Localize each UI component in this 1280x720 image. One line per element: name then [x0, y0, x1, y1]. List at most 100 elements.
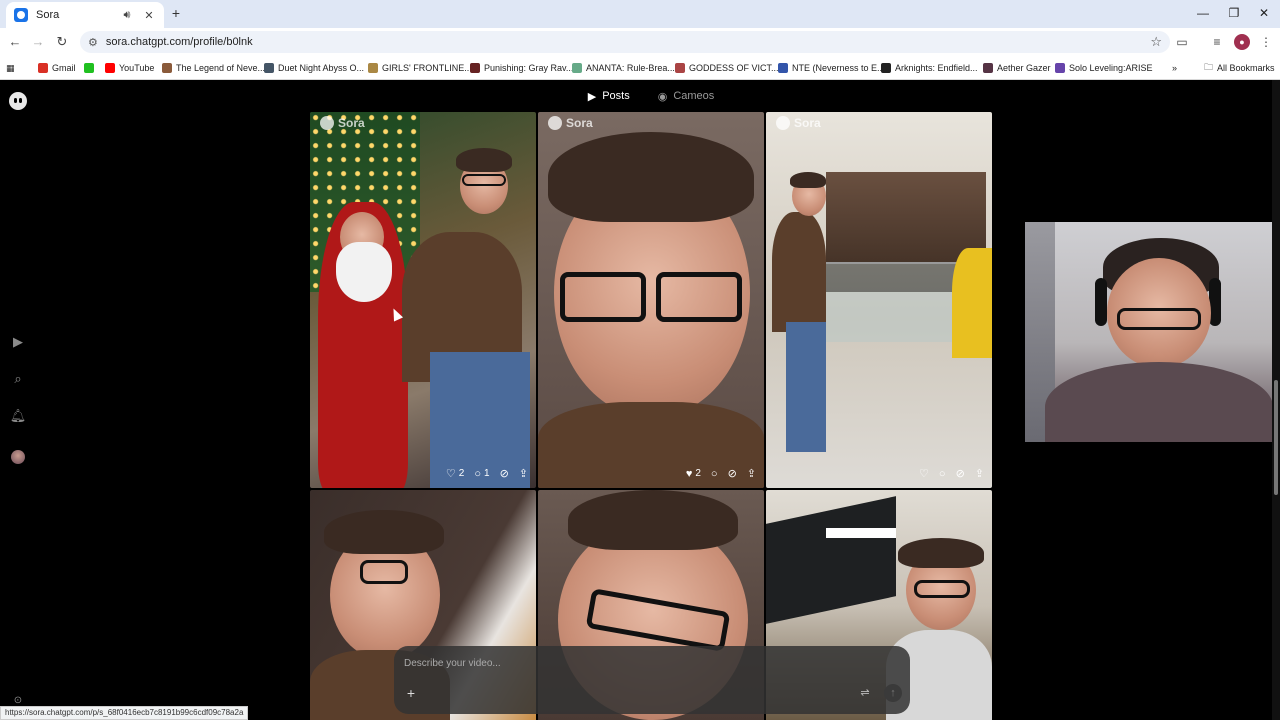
person-hair: [548, 132, 754, 222]
game-icon: [881, 63, 891, 73]
sora-logo-icon[interactable]: [9, 92, 27, 110]
comment-button[interactable]: ○: [711, 468, 718, 480]
address-url: sora.chatgpt.com/profile/b0lnk: [105, 36, 253, 48]
like-button[interactable]: ♥ 2: [686, 468, 701, 480]
share-icon: ⇪: [974, 468, 984, 480]
share-button[interactable]: ⇪: [519, 467, 528, 480]
site-settings-icon[interactable]: ⚙︎: [88, 36, 98, 49]
like-button[interactable]: ♡ 2: [446, 467, 464, 480]
all-bookmarks-folder[interactable]: 🗀︎ All Bookmarks: [1204, 60, 1275, 76]
reload-icon[interactable]: ↻: [54, 34, 70, 50]
profile-avatar-icon[interactable]: ●: [1234, 34, 1250, 50]
bookmark-aether-gazer[interactable]: Aether Gazer: [983, 60, 1051, 76]
media-controls-icon[interactable]: ≡: [1209, 34, 1225, 50]
bookmark-label: GIRLS' FRONTLINE...: [382, 63, 472, 73]
like-button[interactable]: ♡: [919, 467, 929, 480]
folder-icon: 🗀︎: [1204, 62, 1214, 72]
cast-icon[interactable]: ▭: [1174, 34, 1190, 50]
bookmark-legend-of-neverland[interactable]: The Legend of Neve...: [162, 60, 265, 76]
minimize-icon[interactable]: —: [1196, 6, 1210, 20]
post-stats: ♡ 2 ○ 1 ⊘ ⇪: [446, 467, 528, 481]
like-count: 2: [458, 468, 465, 479]
close-window-icon[interactable]: ✕: [1257, 6, 1271, 20]
post-card[interactable]: Sora ♡ ○ ⊘ ⇪: [766, 112, 992, 488]
profile-tabs: ▶︎ Posts ◉ Cameos: [310, 80, 992, 112]
sora-watermark-icon: [548, 116, 562, 130]
comment-icon: ○: [938, 467, 946, 480]
apps-grid-icon[interactable]: ▦: [6, 60, 15, 76]
more-bookmarks-icon[interactable]: »: [1172, 60, 1177, 76]
bookmark-arknights-endfield[interactable]: Arknights: Endfield...: [881, 60, 978, 76]
share-button[interactable]: ⇪: [747, 467, 756, 480]
bookmark-solo-leveling[interactable]: Solo Leveling:ARISE: [1055, 60, 1153, 76]
webcam-overlay: [1025, 222, 1273, 442]
heart-filled-icon: ♥: [685, 467, 693, 480]
profile-avatar[interactable]: [11, 450, 25, 464]
comment-icon: ○: [710, 467, 718, 480]
bookmark-star-icon[interactable]: ☆: [1150, 34, 1162, 50]
comment-button[interactable]: ○: [939, 468, 946, 480]
person-hair: [790, 172, 826, 188]
person-glasses-left: [560, 272, 646, 322]
left-nav: ▶︎ ⌕ 🔔︎ ⊙: [0, 80, 36, 720]
menu-kebab-icon[interactable]: ⋮: [1258, 34, 1274, 50]
prompt-input[interactable]: Describe your video...: [404, 658, 501, 669]
game-icon: [368, 63, 378, 73]
game-icon: [1055, 63, 1065, 73]
post-stats: ♡ ○ ⊘ ⇪: [919, 467, 984, 481]
close-tab-icon[interactable]: ✕: [142, 9, 156, 22]
comment-button[interactable]: ○ 1: [474, 468, 489, 480]
bell-icon[interactable]: 🔔︎: [9, 407, 27, 425]
restore-icon[interactable]: ❐: [1227, 6, 1241, 20]
ceiling-light: [826, 528, 896, 538]
bookmark-youtube[interactable]: YouTube: [105, 60, 154, 76]
bookmark-label: Aether Gazer: [997, 63, 1051, 73]
back-icon[interactable]: ←: [7, 34, 23, 50]
streamer-glasses: [1117, 308, 1201, 330]
bookmark-punishing-gray-raven[interactable]: Punishing: Gray Rav...: [470, 60, 573, 76]
bookmark-gmail[interactable]: Gmail: [38, 60, 76, 76]
bookmark-girls-frontline[interactable]: GIRLS' FRONTLINE...: [368, 60, 472, 76]
person-hair: [324, 510, 444, 554]
tab-label: Cameos: [673, 90, 715, 102]
share-button[interactable]: ⇪: [975, 467, 984, 480]
post-card[interactable]: Sora ♡ 2 ○ 1 ⊘ ⇪: [310, 112, 536, 488]
add-attachment-icon[interactable]: +: [404, 686, 418, 700]
search-icon[interactable]: ⌕: [9, 370, 27, 388]
browser-tab[interactable]: Sora 🔊︎ ✕: [6, 2, 164, 28]
post-card[interactable]: Sora ♥ 2 ○ ⊘ ⇪: [538, 112, 764, 488]
settings-sliders-icon[interactable]: ⇌: [858, 686, 872, 700]
speaker-icon[interactable]: 🔊︎: [120, 9, 134, 22]
bookmark-duet-night-abyss[interactable]: Duet Night Abyss O...: [264, 60, 364, 76]
prompt-composer: Describe your video... + ⇌ ↑: [394, 646, 910, 714]
game-icon: [675, 63, 685, 73]
bookmark-nte[interactable]: NTE (Neverness to E...: [778, 60, 885, 76]
person-glasses: [462, 174, 506, 186]
remix-button[interactable]: ⊘: [500, 467, 509, 480]
remix-button[interactable]: ⊘: [728, 467, 737, 480]
bookmarks-bar: ▦ Gmail YouTube The Legend of Neve... Du…: [0, 56, 1280, 80]
new-tab-icon[interactable]: +: [168, 5, 184, 21]
comment-count: 1: [484, 468, 490, 479]
address-bar[interactable]: ⚙︎ sora.chatgpt.com/profile/b0lnk ☆: [80, 31, 1170, 53]
tab-cameos[interactable]: ◉ Cameos: [658, 90, 715, 103]
youtube-icon: [105, 63, 115, 73]
comment-icon: ○: [474, 467, 481, 480]
watermark-text: Sora: [338, 116, 365, 130]
bookmark-k[interactable]: [84, 60, 94, 76]
sora-watermark: Sora: [320, 116, 365, 130]
remix-button[interactable]: ⊘: [956, 467, 965, 480]
video-icon[interactable]: ▶︎: [9, 333, 27, 351]
remix-icon: ⊘: [727, 468, 737, 480]
bookmark-label: YouTube: [119, 63, 155, 73]
forward-icon[interactable]: →: [30, 34, 46, 50]
bookmark-label: GODDESS OF VICT...: [689, 63, 779, 73]
game-icon: [572, 63, 582, 73]
person-hair: [456, 148, 512, 172]
scrollbar-thumb[interactable]: [1274, 380, 1278, 495]
tab-posts[interactable]: ▶︎ Posts: [588, 90, 630, 103]
send-arrow-icon[interactable]: ↑: [884, 684, 902, 702]
bookmark-goddess-of-victory[interactable]: GODDESS OF VICT...: [675, 60, 779, 76]
bookmark-ananta[interactable]: ANANTA: Rule-Brea...: [572, 60, 675, 76]
watermark-text: Sora: [794, 116, 821, 130]
